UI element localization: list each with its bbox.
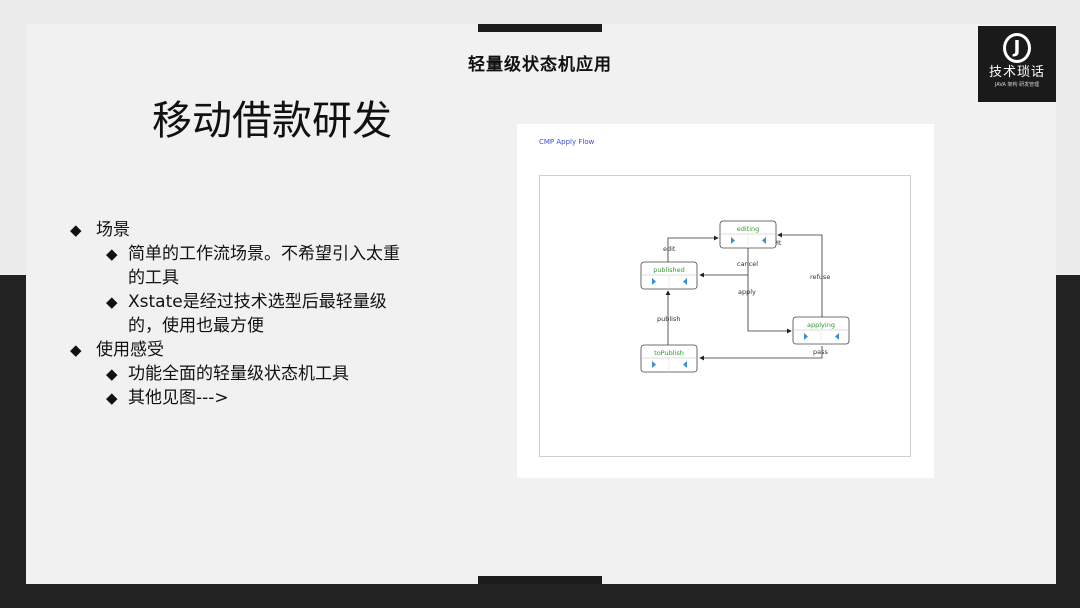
state-published[interactable]: published (640, 261, 698, 290)
state-label: applying (807, 321, 835, 329)
edge-label-pass: pass (813, 348, 828, 356)
edge-label-apply: apply (738, 288, 756, 296)
logo-name: 技术琐话 (988, 65, 1045, 80)
state-label: published (653, 266, 685, 274)
sub-bullet-item: Xstate是经过技术选型后最轻量级的，使用也最方便 (70, 290, 400, 338)
diagram-title: CMP Apply Flow (539, 138, 595, 146)
bullet-list: 场景 简单的工作流场景。不希望引入太重的工具 Xstate是经过技术选型后最轻量… (70, 218, 400, 410)
edge-label-cancel: cancel (737, 260, 758, 268)
slide-title: 移动借款研发 (152, 98, 392, 144)
brand-logo: J 技术琐话 JAVA 架构 研发管理 (978, 26, 1056, 102)
sub-bullet-item: 功能全面的轻量级状态机工具 (70, 362, 400, 386)
state-diagram-svg: edit edit cancel apply refuse publish pa… (640, 220, 850, 373)
state-diagram: edit edit cancel apply refuse publish pa… (539, 175, 911, 457)
sub-bullet-item: 其他见图---> (70, 386, 400, 410)
slide-bottom-tab (478, 576, 602, 584)
logo-subtitle: JAVA 架构 研发管理 (994, 82, 1040, 88)
bullet-item: 使用感受 (70, 338, 400, 362)
edge-applying-to-toPublish (699, 346, 823, 361)
edge-label-publish: publish (657, 315, 681, 323)
sub-bullet-item: 简单的工作流场景。不希望引入太重的工具 (70, 242, 400, 290)
bullet-item: 场景 (70, 218, 400, 242)
edge-published-to-editing (667, 235, 719, 263)
state-label: toPublish (654, 349, 684, 357)
edge-label-refuse: refuse (810, 273, 830, 281)
state-label: editing (737, 225, 760, 233)
slide-top-tab (478, 24, 602, 32)
edge-published-to-applying (747, 275, 792, 334)
state-applying[interactable]: applying (792, 316, 850, 345)
header-title: 轻量级状态机应用 (468, 55, 612, 75)
edge-label-edit: edit (663, 245, 676, 253)
state-editing[interactable]: editing (719, 220, 777, 249)
logo-mark: J (1003, 33, 1031, 63)
state-toPublish[interactable]: toPublish (640, 344, 698, 373)
diagram-panel: CMP Apply Flow edit edit cancel (517, 124, 934, 478)
